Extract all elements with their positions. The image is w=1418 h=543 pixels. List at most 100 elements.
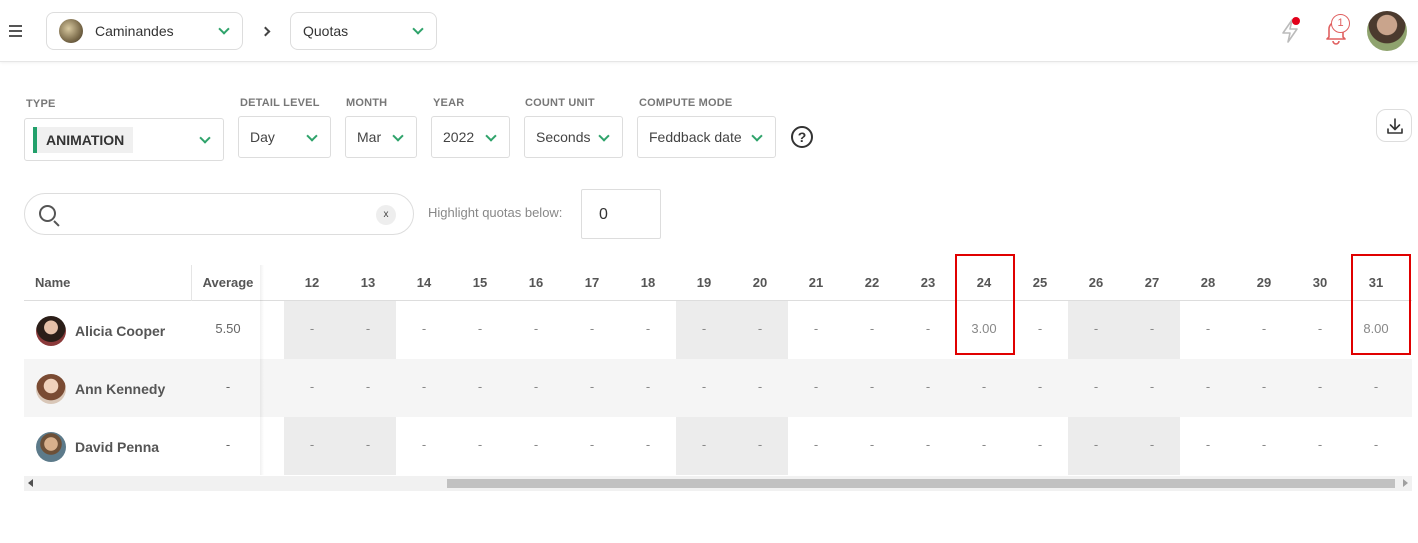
horizontal-scrollbar[interactable] [24,476,1412,491]
day-column-header[interactable]: 18 [620,265,676,301]
quota-cell[interactable]: - [1068,437,1124,452]
quota-cell[interactable]: - [452,321,508,336]
day-column-header[interactable]: 20 [732,265,788,301]
quota-cell[interactable]: - [1236,437,1292,452]
quota-cell[interactable]: - [1124,379,1180,394]
scroll-thumb[interactable] [447,479,1395,488]
production-selector[interactable]: Caminandes [46,12,243,50]
quota-cell[interactable]: - [284,321,340,336]
quota-cell[interactable]: - [1012,321,1068,336]
day-column-header[interactable]: 14 [396,265,452,301]
quota-cell[interactable]: - [1124,321,1180,336]
quota-cell[interactable]: - [452,437,508,452]
day-column-header[interactable]: 19 [676,265,732,301]
type-select[interactable]: ANIMATION [24,118,224,161]
quota-cell[interactable]: - [788,437,844,452]
quota-cell[interactable]: - [340,437,396,452]
day-column-header[interactable]: 26 [1068,265,1124,301]
quota-cell[interactable]: - [340,379,396,394]
quota-cell[interactable]: - [844,321,900,336]
day-column-header[interactable]: 15 [452,265,508,301]
quota-cell[interactable]: - [1292,437,1348,452]
person-name-cell[interactable]: Alicia Cooper [36,316,165,346]
quota-cell[interactable]: - [1236,321,1292,336]
menu-icon[interactable] [9,25,23,39]
quota-cell[interactable]: - [900,379,956,394]
quota-cell[interactable]: - [732,437,788,452]
quota-cell[interactable]: - [564,379,620,394]
quota-cell[interactable]: - [1012,437,1068,452]
quota-cell[interactable]: - [1180,321,1236,336]
day-column-header[interactable]: 17 [564,265,620,301]
quota-cell[interactable]: - [564,437,620,452]
quota-cell[interactable]: - [508,321,564,336]
name-column-header[interactable]: Name [35,265,70,301]
day-column-header[interactable]: 29 [1236,265,1292,301]
quota-cell[interactable]: - [732,321,788,336]
compute-mode-select[interactable]: Feddback date [637,116,776,158]
quota-cell[interactable]: - [732,379,788,394]
quota-cell[interactable]: - [1180,437,1236,452]
day-column-header[interactable]: 12 [284,265,340,301]
day-column-header[interactable]: 23 [900,265,956,301]
quota-cell[interactable]: - [620,437,676,452]
quota-cell[interactable]: - [620,379,676,394]
quota-cell[interactable]: - [620,321,676,336]
person-name-cell[interactable]: Ann Kennedy [36,374,165,404]
day-column-header[interactable]: 28 [1180,265,1236,301]
quota-cell[interactable]: - [1068,321,1124,336]
quota-cell[interactable]: - [1348,379,1404,394]
help-icon[interactable]: ? [791,126,813,148]
page-selector[interactable]: Quotas [290,12,437,50]
quota-cell[interactable]: - [676,321,732,336]
quota-cell[interactable]: - [676,437,732,452]
quota-cell[interactable]: - [676,379,732,394]
day-column-header[interactable]: 30 [1292,265,1348,301]
quota-cell[interactable]: - [508,437,564,452]
quota-cell[interactable]: - [452,379,508,394]
quota-cell[interactable]: - [1236,379,1292,394]
quota-cell[interactable]: - [1348,437,1404,452]
quota-cell[interactable]: - [844,437,900,452]
quota-cell[interactable]: - [564,321,620,336]
detail-level-select[interactable]: Day [238,116,331,158]
year-select[interactable]: 2022 [431,116,510,158]
quota-cell[interactable]: - [788,321,844,336]
day-column-header[interactable]: 27 [1124,265,1180,301]
quota-cell[interactable]: - [1124,437,1180,452]
day-column-header[interactable]: 21 [788,265,844,301]
quota-cell[interactable]: - [900,321,956,336]
scroll-left-arrow[interactable] [28,479,33,487]
quota-cell[interactable]: - [788,379,844,394]
quota-cell[interactable]: - [956,437,1012,452]
user-avatar[interactable] [1367,11,1407,51]
quota-cell[interactable]: - [1068,379,1124,394]
quota-cell[interactable]: - [396,321,452,336]
day-column-header[interactable]: 13 [340,265,396,301]
quota-cell[interactable]: - [396,379,452,394]
quota-cell[interactable]: - [1180,379,1236,394]
count-unit-select[interactable]: Seconds [524,116,623,158]
day-column-header[interactable]: 22 [844,265,900,301]
download-button[interactable] [1376,109,1412,142]
quota-cell[interactable]: - [1292,321,1348,336]
quota-cell[interactable]: - [956,379,1012,394]
quota-cell[interactable]: - [900,437,956,452]
average-column-header[interactable]: Average [192,265,264,301]
quota-cell[interactable]: - [508,379,564,394]
search-field[interactable]: x [24,193,414,235]
quota-cell[interactable]: - [844,379,900,394]
quota-cell[interactable]: - [1012,379,1068,394]
scroll-right-arrow[interactable] [1403,479,1408,487]
quota-cell[interactable]: - [284,437,340,452]
quota-cell[interactable]: - [340,321,396,336]
day-column-header[interactable]: 16 [508,265,564,301]
quota-cell[interactable]: - [1292,379,1348,394]
day-column-header[interactable]: 25 [1012,265,1068,301]
person-name-cell[interactable]: David Penna [36,432,159,462]
highlight-quota-input[interactable]: 0 [581,189,661,239]
clear-search-button[interactable]: x [376,205,396,225]
quota-cell[interactable]: - [284,379,340,394]
month-select[interactable]: Mar [345,116,417,158]
quota-cell[interactable]: - [396,437,452,452]
